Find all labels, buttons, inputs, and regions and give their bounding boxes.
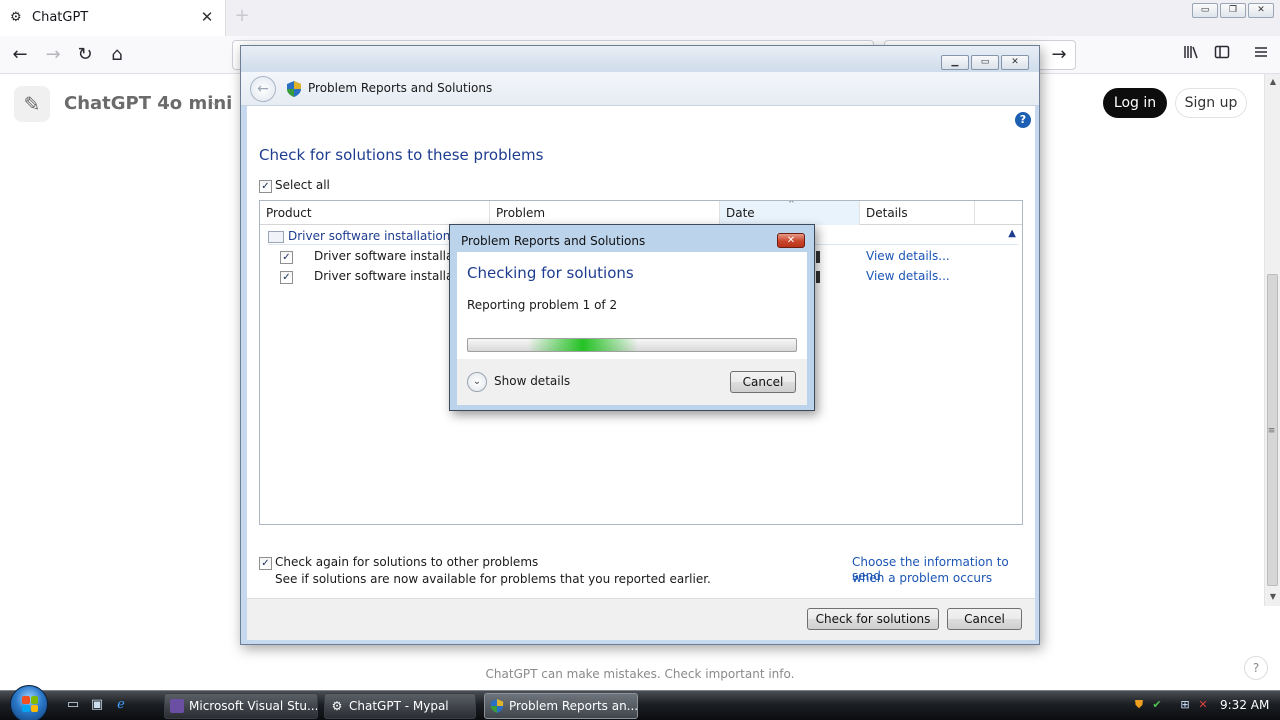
window-footer: Check for solutions Cancel (247, 598, 1035, 640)
column-header-details[interactable]: Details (860, 201, 975, 225)
show-details-label[interactable]: Show details (494, 374, 570, 388)
library-icon[interactable] (1176, 40, 1206, 70)
row-date-fragment (816, 271, 820, 283)
reload-icon[interactable]: ↻ (70, 40, 100, 70)
column-header-problem[interactable]: Problem (490, 201, 720, 225)
dialog-body: Checking for solutions Reporting problem… (457, 252, 807, 359)
taskbar: ▭ ▣ ℯ Microsoft Visual Stu... ⚙ ChatGPT … (0, 685, 1280, 720)
window-caption-buttons: ▁ ▭ ✕ (941, 55, 1029, 70)
visual-studio-icon (170, 699, 184, 713)
check-again-description: See if solutions are now available for p… (275, 572, 711, 586)
help-icon[interactable]: ? (1015, 112, 1031, 128)
cancel-button[interactable]: Cancel (947, 608, 1022, 630)
chatgpt-favicon-icon: ⚙ (10, 10, 22, 25)
page-heading: Check for solutions to these problems (259, 146, 544, 164)
security-alert-icon[interactable]: ⛊ (1132, 698, 1146, 712)
check-for-solutions-button[interactable]: Check for solutions (807, 608, 939, 630)
new-tab-icon[interactable]: + (232, 6, 252, 26)
minimize-button[interactable]: ▁ (941, 55, 969, 70)
volume-muted-icon[interactable]: ✕ (1196, 698, 1210, 712)
group-label: Driver software installation (2) (288, 229, 472, 243)
choose-info-link-continued[interactable]: when a problem occurs (852, 571, 992, 585)
taskbar-item-mypal[interactable]: ⚙ ChatGPT - Mypal (324, 693, 476, 719)
taskbar-item-problem-reports[interactable]: Problem Reports an... (484, 693, 638, 719)
system-tray: ⛊ ✔ ⊞ ✕ 9:32 AM (1128, 691, 1280, 720)
view-details-link[interactable]: View details... (866, 249, 950, 263)
dialog-title: Problem Reports and Solutions (461, 234, 646, 248)
internet-explorer-icon[interactable]: ℯ (112, 697, 130, 713)
progress-bar (467, 338, 797, 352)
table-header: Product Problem Date Details ^ (260, 201, 1022, 225)
windows-logo-icon (22, 696, 38, 712)
forward-icon[interactable]: → (38, 40, 68, 70)
security-shield-icon (287, 81, 301, 97)
scroll-up-icon[interactable]: ▲ (1268, 77, 1278, 86)
task-label: Problem Reports an... (509, 699, 638, 713)
taskbar-clock[interactable]: 9:32 AM (1220, 698, 1269, 712)
tab-close-icon[interactable]: ✕ (198, 8, 216, 26)
browser-window-controls: ▭ ❐ ✕ (1192, 3, 1274, 18)
scroll-down-icon[interactable]: ▼ (1268, 592, 1278, 601)
maximize-button[interactable]: ▭ (971, 55, 999, 70)
taskbar-item-visual-studio[interactable]: Microsoft Visual Stu... (164, 693, 318, 719)
update-check-icon[interactable]: ✔ (1150, 698, 1164, 712)
model-selector[interactable]: ChatGPT 4o mini (64, 93, 232, 114)
dialog-close-icon[interactable]: ✕ (777, 233, 805, 248)
window-nav-bar: ← Problem Reports and Solutions (241, 72, 1039, 106)
select-all-label[interactable]: Select all (275, 178, 330, 192)
row-checkbox[interactable]: ✓ (280, 271, 293, 284)
minimize-button[interactable]: ▭ (1192, 3, 1218, 18)
scroll-grip-icon: ≡ (1267, 426, 1276, 436)
check-again-checkbox[interactable]: ✓ (259, 557, 272, 570)
column-header-product[interactable]: Product (260, 201, 490, 225)
expand-chevron-icon[interactable]: ⌄ (467, 372, 487, 392)
dialog-footer: ⌄ Show details Cancel (457, 359, 807, 405)
chevron-down-icon[interactable]: ⌵ (210, 94, 221, 110)
view-details-link[interactable]: View details... (866, 269, 950, 283)
row-checkbox[interactable]: ✓ (280, 251, 293, 264)
sidebar-icon[interactable] (1207, 40, 1237, 70)
new-chat-icon[interactable]: ✎ (14, 86, 50, 122)
select-all-checkbox[interactable]: ✓ (259, 180, 272, 193)
network-icon[interactable]: ⊞ (1178, 698, 1192, 712)
disclaimer-text: ChatGPT can make mistakes. Check importa… (485, 667, 795, 681)
tab-title: ChatGPT (32, 10, 89, 25)
sort-ascending-icon: ^ (788, 200, 795, 208)
mypal-browser-icon: ⚙ (331, 699, 343, 713)
tab-chatgpt[interactable]: ⚙ ChatGPT ✕ (0, 0, 226, 36)
back-arrow-icon[interactable]: ← (250, 76, 276, 102)
dialog-cancel-button[interactable]: Cancel (730, 371, 796, 393)
dialog-status: Reporting problem 1 of 2 (467, 298, 618, 312)
restore-button[interactable]: ❐ (1220, 3, 1246, 18)
task-label: ChatGPT - Mypal (349, 699, 449, 713)
progress-marquee (528, 339, 638, 351)
start-button[interactable] (10, 685, 48, 720)
login-button[interactable]: Log in (1103, 88, 1167, 118)
row-date-fragment (816, 251, 820, 263)
collapse-icon[interactable]: ▲ (1008, 228, 1016, 239)
close-button[interactable]: ✕ (1248, 3, 1274, 18)
menu-icon[interactable] (1246, 40, 1276, 70)
security-shield-icon (490, 699, 504, 713)
window-title: Problem Reports and Solutions (308, 81, 493, 95)
task-label: Microsoft Visual Stu... (189, 699, 318, 713)
check-again-label[interactable]: Check again for solutions to other probl… (275, 555, 538, 569)
search-go-icon[interactable]: → (1047, 43, 1071, 67)
group-folder-icon (268, 231, 284, 243)
home-icon[interactable]: ⌂ (102, 40, 132, 70)
tab-strip: ⚙ ChatGPT ✕ + ▭ ❐ ✕ (0, 0, 1280, 36)
checking-solutions-dialog: Problem Reports and Solutions ✕ Checking… (449, 224, 815, 411)
show-desktop-icon[interactable]: ▭ (64, 697, 82, 713)
dialog-heading: Checking for solutions (467, 264, 634, 282)
switch-windows-icon[interactable]: ▣ (88, 697, 106, 713)
close-button[interactable]: ✕ (1001, 55, 1029, 70)
window-titlebar[interactable]: ▁ ▭ ✕ (241, 46, 1039, 72)
signup-button[interactable]: Sign up (1175, 88, 1247, 118)
back-icon[interactable]: ← (5, 40, 35, 70)
help-button[interactable]: ? (1244, 656, 1268, 680)
page-scrollbar[interactable]: ▲ ≡ ▼ (1264, 74, 1280, 606)
